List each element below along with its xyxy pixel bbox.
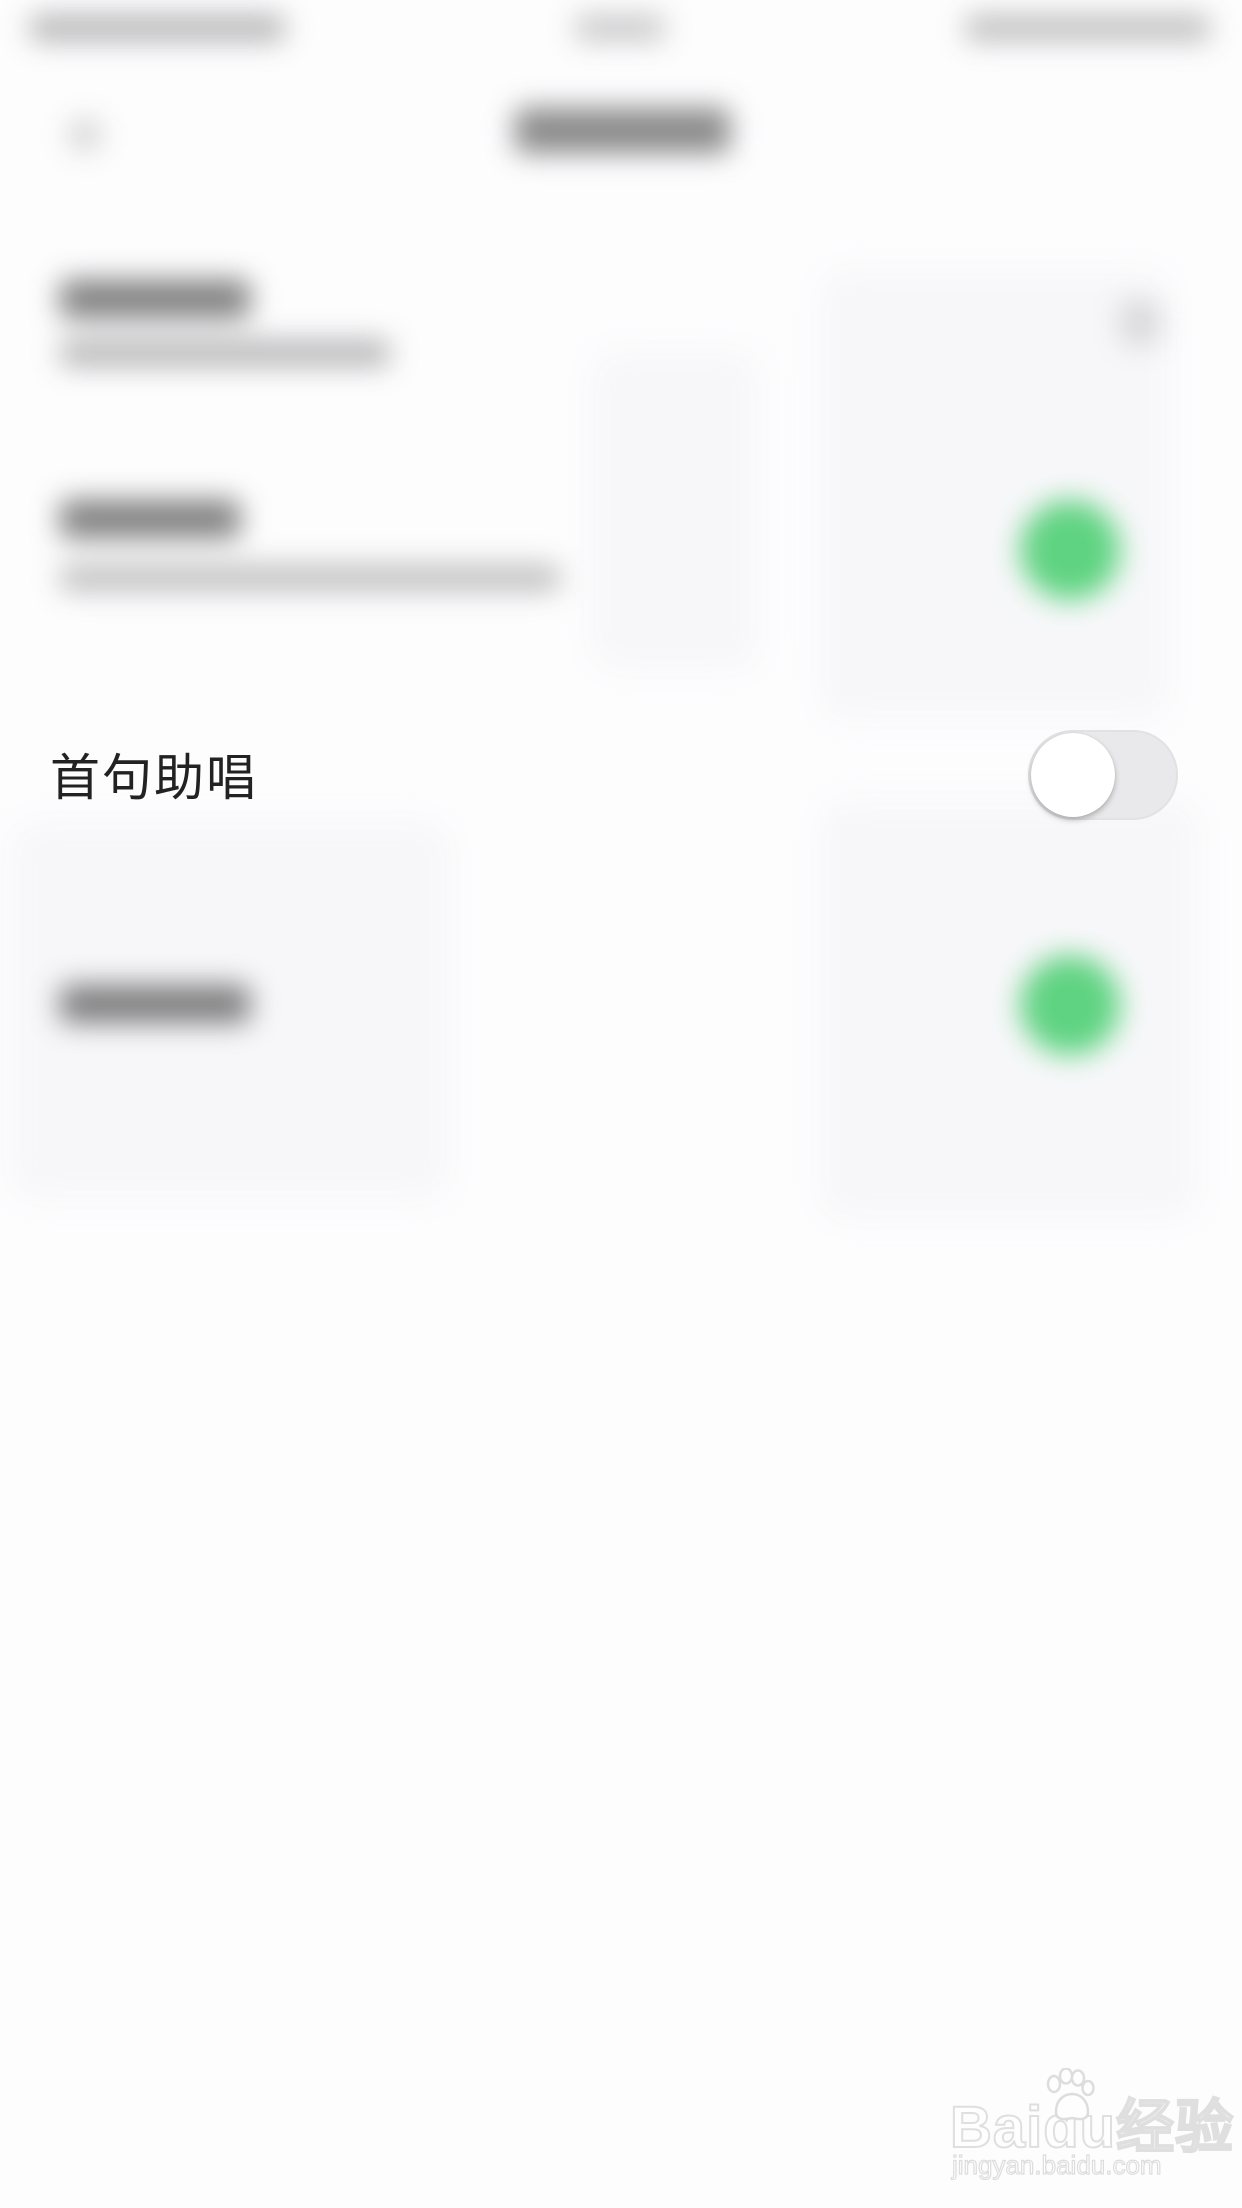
status-bar-center — [575, 15, 665, 41]
row-1-title — [60, 280, 250, 318]
status-bar-right — [965, 15, 1210, 41]
chevron-right-icon — [1120, 300, 1160, 345]
watermark-url: jingyan.baidu.com — [951, 2149, 1162, 2180]
row-2-title — [60, 500, 240, 538]
row-1-subtitle — [60, 340, 390, 366]
settings-screen: 首句助唱 Baidu经验 jingyan.baidu.com — [0, 0, 1242, 2208]
setting-label: 首句助唱 — [50, 749, 258, 807]
blurred-overlay — [0, 0, 1242, 1240]
background-panel — [820, 800, 1200, 1220]
status-bar-left — [30, 15, 285, 41]
nav-title — [515, 108, 730, 153]
setting-row-first-line-assist: 首句助唱 — [0, 700, 1242, 850]
background-panel — [590, 350, 760, 670]
first-line-assist-toggle[interactable] — [1028, 730, 1178, 820]
row-4-title — [60, 985, 250, 1023]
back-icon — [70, 120, 100, 150]
background-panel — [820, 270, 1170, 720]
row-4-toggle — [1020, 955, 1120, 1055]
toggle-knob — [1031, 733, 1115, 817]
paw-icon — [1046, 2068, 1095, 2121]
row-2-toggle — [1020, 500, 1120, 600]
baidu-watermark: Baidu经验 jingyan.baidu.com — [949, 2068, 1234, 2190]
row-2-subtitle — [60, 565, 560, 591]
